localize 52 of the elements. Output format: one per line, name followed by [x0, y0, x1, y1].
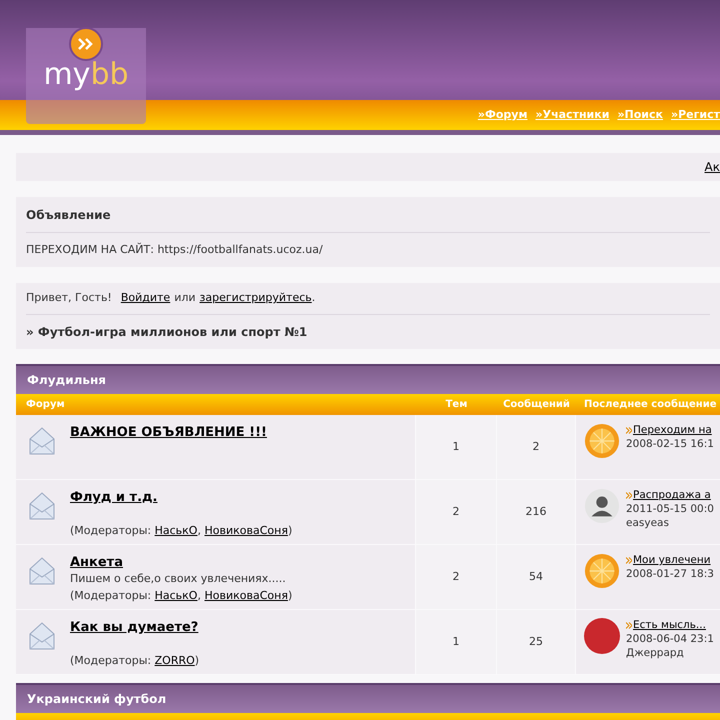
period-text: . — [312, 290, 316, 306]
last-post-date: 2008-06-04 23:1 — [626, 632, 714, 646]
or-text: или — [174, 290, 196, 306]
top-link[interactable]: Ак — [704, 158, 720, 176]
punctuation-text: , — [197, 524, 201, 537]
posts-cell: 216 — [497, 480, 576, 544]
announcement-title: Объявление — [26, 197, 710, 233]
topics-cell: 2 — [416, 480, 497, 544]
last-post-date: 2008-02-15 16:1 — [626, 437, 714, 451]
moderator-link[interactable]: НовиковаСоня — [204, 524, 288, 537]
punctuation-text: ) — [194, 654, 200, 667]
category-header: Украинский футбол — [16, 685, 720, 713]
punctuation-text: ) — [288, 589, 292, 602]
moderator-link[interactable]: ZORRO — [154, 654, 195, 667]
punctuation-text: , — [197, 589, 201, 602]
forum-link[interactable]: Как вы думаете? — [70, 620, 198, 636]
last-post-link[interactable]: Мои увлечени — [633, 553, 711, 567]
column-header: Форум — [25, 398, 66, 412]
moderator-link[interactable]: НаськО — [154, 589, 198, 602]
forum-description: Пишем о себе,о своих увлечениях..... — [70, 571, 287, 586]
column-header: Сообщений — [502, 398, 571, 412]
category-header: Флудильня — [16, 366, 720, 394]
moderators-label: (Модераторы: — [70, 524, 152, 537]
announcement-text: ПЕРЕХОДИМ НА САЙТ: https://footballfanats.ucoz.ua/ — [26, 242, 324, 258]
punctuation-text: ) — [288, 524, 292, 537]
moderators-label: (Модераторы: — [70, 654, 152, 667]
board-title: » Футбол-игра миллионов или спорт №1 — [26, 324, 308, 341]
moderators-label: (Модераторы: — [70, 589, 152, 602]
last-post-link[interactable]: Переходим на — [633, 423, 712, 437]
column-header: Последнее сообщение — [583, 398, 718, 412]
login-link[interactable]: Войдите — [120, 290, 170, 307]
forum-link[interactable]: ВАЖНОЕ ОБЪЯВЛЕНИЕ !!! — [70, 425, 267, 441]
column-header: Тем — [444, 398, 468, 412]
last-post-link[interactable]: Есть мысль... — [633, 618, 706, 632]
last-post-link[interactable]: Распродажа а — [633, 488, 711, 502]
topics-cell: 2 — [416, 545, 497, 609]
topics-cell: 1 — [416, 415, 497, 479]
last-post-date: 2011-05-15 00:0 — [626, 502, 714, 516]
moderator-link[interactable]: НовиковаСоня — [204, 589, 288, 602]
forum-link[interactable]: Анкета — [70, 555, 123, 571]
greeting-text: Привет, Гость! — [26, 290, 112, 306]
posts-cell: 54 — [497, 545, 576, 609]
logo[interactable]: mybb — [26, 28, 146, 124]
posts-cell: 2 — [497, 415, 576, 479]
last-post-date: 2008-01-27 18:3 — [626, 567, 714, 581]
moderator-link[interactable]: НаськО — [154, 524, 198, 537]
last-post-author: easyeas — [626, 516, 670, 530]
last-post-author: Джеррард — [626, 646, 685, 660]
forum-link[interactable]: Флуд и т.д. — [70, 490, 158, 506]
topics-cell: 1 — [416, 610, 497, 674]
posts-cell: 25 — [497, 610, 576, 674]
register-link[interactable]: зарегистрируйтесь — [200, 290, 312, 307]
